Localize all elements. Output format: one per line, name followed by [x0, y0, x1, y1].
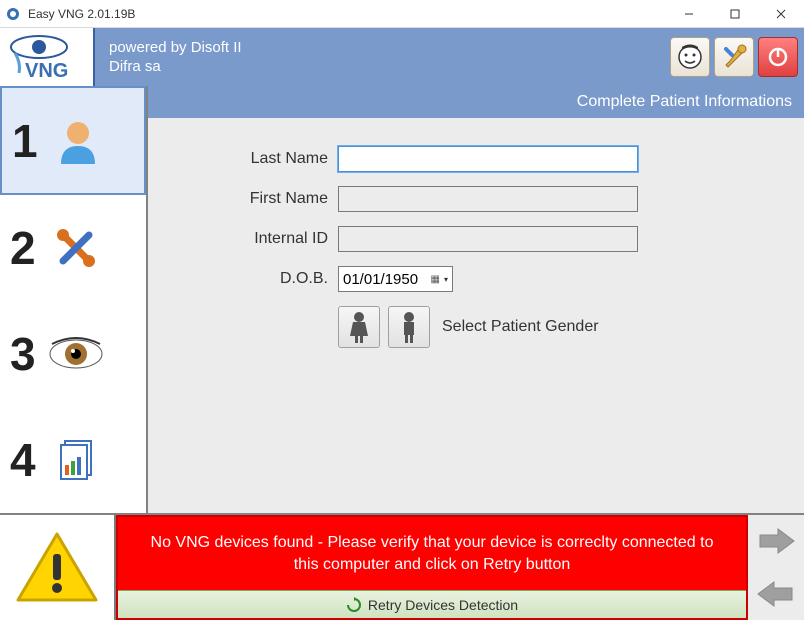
form-body: Last Name First Name Internal ID D.O.B. … [148, 118, 804, 513]
close-button[interactable] [758, 0, 804, 28]
step-number: 1 [12, 114, 38, 168]
step-4[interactable]: 4 [0, 408, 146, 513]
male-icon [396, 310, 422, 344]
arrow-right-icon [756, 526, 796, 556]
retry-button[interactable]: Retry Devices Detection [118, 590, 746, 618]
first-name-input[interactable] [338, 186, 638, 212]
dob-value: 01/01/1950 [343, 271, 418, 288]
internal-id-input[interactable] [338, 226, 638, 252]
titlebar: Easy VNG 2.01.19B [0, 0, 804, 28]
warning-box [0, 515, 116, 620]
sidebar: 1 2 3 4 [0, 86, 148, 513]
dob-picker[interactable]: 01/01/1950 ▦ ▾ [338, 266, 453, 292]
face-icon [676, 43, 704, 71]
step-number: 3 [10, 327, 36, 381]
gender-hint: Select Patient Gender [442, 318, 599, 336]
form-banner: Complete Patient Informations [148, 86, 804, 118]
last-name-input[interactable] [338, 146, 638, 172]
step-1[interactable]: 1 [0, 86, 146, 195]
svg-text:VNG: VNG [25, 60, 68, 81]
tools-icon [46, 218, 106, 278]
app-header: VNG powered by Disoft II Difra sa [0, 28, 804, 86]
step-3[interactable]: 3 [0, 302, 146, 408]
maximize-button[interactable] [712, 0, 758, 28]
retry-label: Retry Devices Detection [368, 597, 518, 613]
step-2[interactable]: 2 [0, 195, 146, 301]
nav-column [748, 515, 804, 620]
alert-box: No VNG devices found - Please verify tha… [116, 515, 748, 620]
step-number: 2 [10, 221, 36, 275]
calendar-icon: ▦ [431, 274, 440, 285]
step-number: 4 [10, 433, 36, 487]
dob-label: D.O.B. [168, 270, 338, 288]
logo: VNG [0, 28, 95, 86]
next-button[interactable] [748, 515, 804, 568]
prev-button[interactable] [748, 568, 804, 620]
refresh-icon [346, 597, 362, 613]
female-icon [346, 310, 372, 344]
window-title: Easy VNG 2.01.19B [28, 7, 135, 21]
user-icon [48, 111, 108, 171]
header-user-button[interactable] [670, 37, 710, 77]
gender-female-button[interactable] [338, 306, 380, 348]
app-icon [4, 5, 22, 23]
minimize-button[interactable] [666, 0, 712, 28]
first-name-label: First Name [168, 190, 338, 208]
warning-icon [12, 528, 102, 608]
internal-id-label: Internal ID [168, 230, 338, 248]
header-line2: Difra sa [109, 57, 242, 76]
wrench-icon [720, 43, 748, 71]
power-icon [766, 45, 790, 69]
gender-male-button[interactable] [388, 306, 430, 348]
header-settings-button[interactable] [714, 37, 754, 77]
header-power-button[interactable] [758, 37, 798, 77]
report-icon [46, 430, 106, 490]
eye-icon [46, 324, 106, 384]
error-message: No VNG devices found - Please verify tha… [118, 517, 746, 590]
arrow-left-icon [756, 579, 796, 609]
header-line1: powered by Disoft II [109, 38, 242, 57]
chevron-down-icon: ▾ [444, 275, 448, 284]
last-name-label: Last Name [168, 150, 338, 168]
header-text: powered by Disoft II Difra sa [95, 38, 242, 76]
